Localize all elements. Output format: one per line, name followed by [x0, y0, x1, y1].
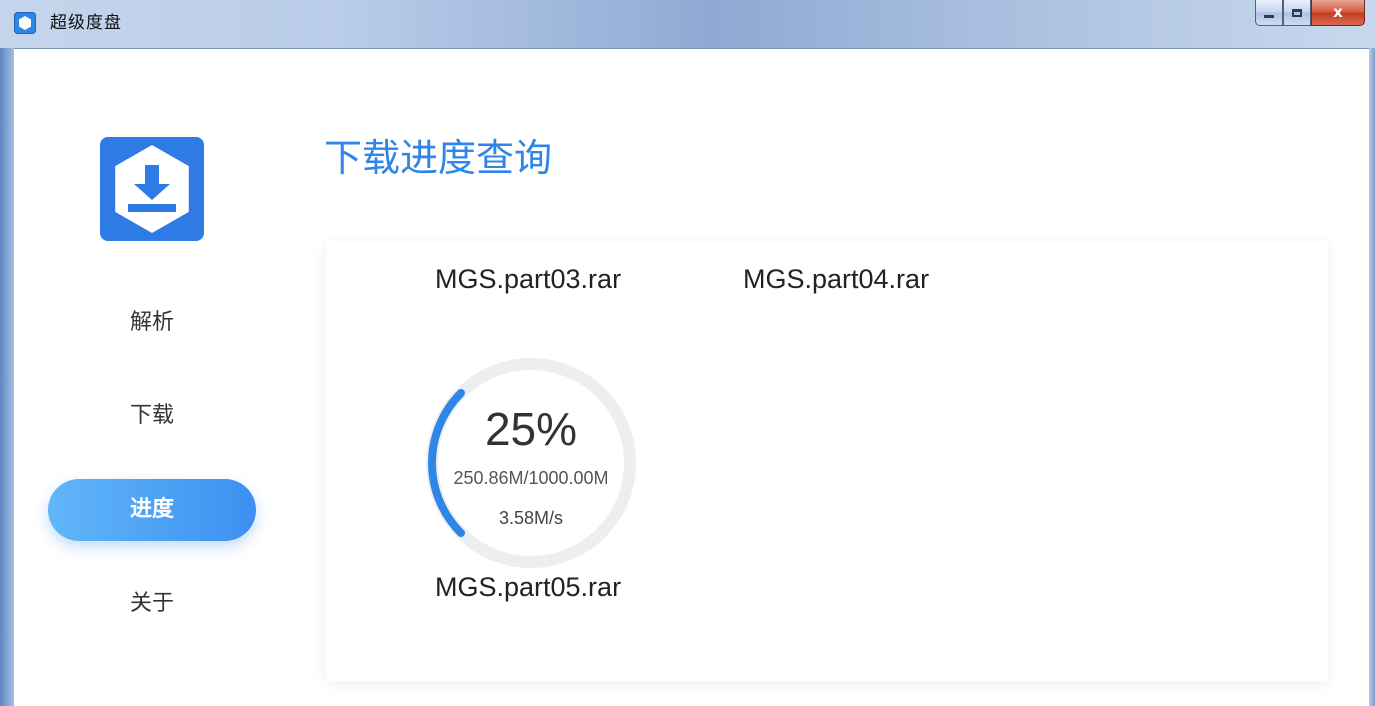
- file-name: MGS.part04.rar: [743, 264, 930, 294]
- close-icon: x: [1333, 3, 1343, 21]
- maximize-icon: [1292, 8, 1302, 17]
- app-icon: [14, 12, 36, 34]
- file-card-part05[interactable]: MGS.part05.rar: [435, 572, 675, 603]
- sidebar-item-about[interactable]: 关于: [48, 573, 256, 635]
- window-title: 超级度盘: [50, 13, 122, 33]
- file-card-part04[interactable]: MGS.part04.rar: [743, 264, 983, 295]
- window-frame-right: [1369, 48, 1375, 706]
- page-title: 下载进度查询: [324, 136, 553, 180]
- file-name: MGS.part05.rar: [435, 572, 622, 602]
- download-speed: 3.58M/s: [498, 508, 564, 528]
- app-logo: [100, 137, 204, 241]
- sidebar-item-progress[interactable]: 进度: [48, 479, 256, 541]
- sidebar-item-label: 关于: [129, 591, 174, 616]
- progress-size: 250.86M/1000.00M: [453, 468, 609, 488]
- sidebar-item-download[interactable]: 下载: [48, 385, 256, 447]
- minimize-button[interactable]: [1255, 0, 1283, 26]
- progress-percent: 25%: [484, 403, 578, 455]
- title-bar: 超级度盘 x: [0, 0, 1375, 49]
- close-button[interactable]: x: [1311, 0, 1365, 26]
- minimize-icon: [1264, 15, 1274, 18]
- sidebar-item-parse[interactable]: 解析: [48, 292, 256, 354]
- download-icon: [128, 165, 176, 212]
- sidebar-item-label: 进度: [129, 497, 174, 522]
- sidebar-item-label: 下载: [129, 403, 174, 428]
- window-frame-left: [0, 48, 14, 706]
- sidebar-item-label: 解析: [129, 310, 174, 335]
- progress-ring: 25% 250.86M/1000.00M 3.58M/s: [418, 350, 644, 576]
- file-card-part03[interactable]: MGS.part03.rar: [435, 264, 675, 295]
- file-name: MGS.part03.rar: [435, 264, 622, 294]
- progress-info: 25% 250.86M/1000.00M 3.58M/s: [418, 350, 644, 576]
- app-window-body: 解析 下载 进度 关于 下载进度查询 MGS.part03.rar MGS.pa…: [14, 49, 1369, 706]
- window-controls: x: [1255, 0, 1365, 28]
- maximize-button[interactable]: [1283, 0, 1311, 26]
